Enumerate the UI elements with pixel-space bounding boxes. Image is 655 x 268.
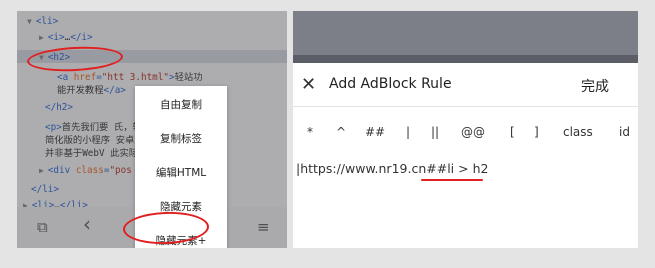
menu-item-free-copy[interactable]: 自由复制 <box>135 97 227 112</box>
done-button[interactable]: 完成 <box>581 76 609 96</box>
dialog-title: Add AdBlock Rule <box>329 76 452 92</box>
dialog-header: ✕ Add AdBlock Rule 完成 <box>293 63 638 107</box>
page-backdrop <box>293 11 638 55</box>
menu-item-copy-tag[interactable]: 复制标签 <box>135 131 227 146</box>
devtools-panel: ▼ <li> ▶ <i>…</i> ▼ <h2> <a href="htt 3.html">… <box>17 11 287 248</box>
menu-item-hide-element[interactable]: 隐藏元素 <box>135 199 227 214</box>
close-icon[interactable]: ✕ <box>301 75 316 95</box>
menu-item-edit-html[interactable]: 编辑HTML <box>135 165 227 180</box>
symbol-key-asterisk[interactable]: * <box>307 125 313 139</box>
symbol-key-close-bracket[interactable]: ] <box>534 125 539 139</box>
annotation-underline <box>421 179 483 181</box>
page-backdrop-strip <box>293 55 638 63</box>
symbol-key-pipe[interactable]: | <box>406 125 410 139</box>
adblock-rule-panel: ✕ Add AdBlock Rule 完成 * ^ ## | || @@ [ ]… <box>293 11 638 248</box>
menu-item-hide-element-plus[interactable]: 隐藏元素+ <box>135 233 227 248</box>
symbol-key-double-at[interactable]: @@ <box>461 125 485 139</box>
rule-input[interactable]: |https://www.nr19.cn##li > h2 <box>296 161 488 176</box>
symbol-key-open-bracket[interactable]: [ <box>510 125 515 139</box>
context-menu: 自由复制 复制标签 编辑HTML 隐藏元素 隐藏元素+ <box>135 86 227 248</box>
symbol-key-double-hash[interactable]: ## <box>365 125 385 139</box>
symbol-key-caret[interactable]: ^ <box>336 125 346 139</box>
symbol-key-double-pipe[interactable]: || <box>431 125 439 139</box>
symbol-key-id[interactable]: id <box>619 125 630 139</box>
symbol-key-class[interactable]: class <box>563 125 593 139</box>
